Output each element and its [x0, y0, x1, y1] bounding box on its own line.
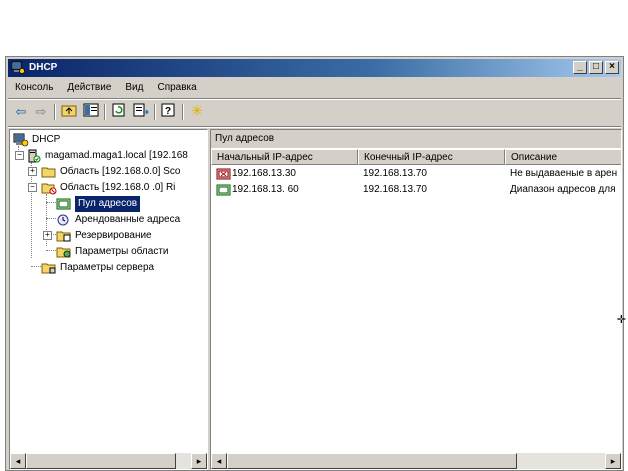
toolbar-separator-line	[8, 126, 621, 128]
back-icon[interactable]: ⇦	[12, 103, 30, 121]
toolbar-separator	[104, 104, 106, 120]
tree-pane[interactable]: DHCP − magamad.maga1.local [192.168 + Об…	[9, 129, 208, 470]
menu-bar: Консоль Действие Вид Справка	[8, 79, 621, 97]
scroll-thumb[interactable]	[227, 453, 517, 469]
scroll-thumb[interactable]	[26, 453, 176, 469]
close-button[interactable]: ×	[605, 61, 619, 74]
tree-collapse-scope2[interactable]: −	[28, 183, 37, 192]
tree-leases-label: Арендованные адреса	[75, 214, 181, 225]
row1-start-ip: 192.168.13.30	[232, 168, 296, 179]
tree-connector	[46, 202, 56, 203]
row2-description: Диапазон адресов для	[510, 184, 616, 195]
tree-expand-scope1[interactable]: +	[28, 167, 37, 176]
tree-scope2-label: Область [192.168.0 .0] Ri	[60, 182, 176, 193]
tree-address-pool-label: Пул адресов	[73, 195, 142, 213]
menu-view[interactable]: Вид	[118, 79, 150, 97]
column-header-description[interactable]: Описание	[505, 149, 621, 165]
scroll-right-button[interactable]: ▸	[191, 453, 207, 469]
tree-server-options-label: Параметры сервера	[60, 262, 155, 273]
title-bar[interactable]: DHCP _ □ ×	[8, 59, 621, 77]
column-header-start-ip[interactable]: Начальный IP-адрес	[211, 149, 358, 165]
row2-start-ip: 192.168.13. 60	[232, 184, 299, 195]
scope-disabled-icon	[41, 183, 57, 195]
row2-end-ip: 192.168.13.70	[363, 184, 427, 195]
tree-scope1-label: Область [192.168.0.0] Sco	[60, 166, 181, 177]
reservations-icon	[56, 231, 71, 242]
window-title: DHCP	[29, 62, 58, 73]
svg-text:?: ?	[165, 106, 171, 117]
tree-expand-reservations[interactable]: +	[43, 231, 52, 240]
show-hide-tree-icon[interactable]	[82, 103, 100, 121]
tree-connector	[46, 218, 56, 219]
scroll-left-button[interactable]: ◂	[211, 453, 227, 469]
server-options-icon	[41, 263, 56, 274]
column-header-end-ip[interactable]: Конечный IP-адрес	[358, 149, 505, 165]
help-icon[interactable]: ?	[160, 103, 178, 121]
tree-scope-options-label: Параметры области	[75, 246, 169, 257]
menu-console[interactable]: Консоль	[8, 79, 60, 97]
exclusion-range-icon	[216, 168, 231, 180]
maximize-button[interactable]: □	[589, 61, 603, 74]
folder-icon	[41, 167, 56, 178]
refresh-icon[interactable]	[110, 103, 128, 121]
menu-separator	[8, 98, 621, 100]
scroll-left-button[interactable]: ◂	[10, 453, 26, 469]
tree-root-label: DHCP	[32, 134, 61, 145]
scroll-right-button[interactable]: ▸	[605, 453, 621, 469]
up-folder-icon[interactable]	[60, 103, 78, 121]
export-list-icon[interactable]	[132, 103, 150, 121]
menu-help[interactable]: Справка	[150, 79, 203, 97]
new-item-icon[interactable]: ✳	[188, 103, 206, 121]
toolbar: ⇦ ⇨ ? ✳	[8, 101, 621, 125]
tree-reservations-label: Резервирование	[75, 230, 152, 241]
forward-icon[interactable]: ⇨	[32, 103, 50, 121]
tree-collapse-server[interactable]: −	[15, 151, 24, 160]
dhcp-window: DHCP _ □ × Консоль Действие Вид Справка …	[5, 56, 624, 471]
tree-connector	[31, 266, 41, 267]
tree-server-label: magamad.maga1.local [192.168	[45, 150, 188, 161]
minimize-button[interactable]: _	[573, 61, 587, 74]
tree-horizontal-scrollbar[interactable]: ◂ ▸	[10, 453, 207, 469]
leases-icon	[57, 214, 69, 226]
tree-connector	[31, 162, 32, 258]
menu-action[interactable]: Действие	[60, 79, 118, 97]
toolbar-separator	[54, 104, 56, 120]
mouse-cursor-icon: ✛	[616, 314, 626, 326]
server-icon	[28, 149, 41, 163]
scope-options-icon	[56, 247, 71, 258]
tree-connector	[46, 250, 56, 251]
row1-end-ip: 192.168.13.70	[363, 168, 427, 179]
details-title: Пул адресов	[211, 130, 621, 148]
row1-description: Не выдаваеные в арен	[510, 168, 618, 179]
details-pane[interactable]: Пул адресов Начальный IP-адрес Конечный …	[210, 129, 622, 470]
details-horizontal-scrollbar[interactable]: ◂ ▸	[211, 453, 621, 469]
dhcp-app-icon	[11, 61, 25, 74]
toolbar-separator	[182, 104, 184, 120]
address-pool-icon	[56, 198, 71, 210]
toolbar-separator	[154, 104, 156, 120]
dhcp-root-icon	[13, 133, 29, 147]
address-range-icon	[216, 184, 231, 196]
